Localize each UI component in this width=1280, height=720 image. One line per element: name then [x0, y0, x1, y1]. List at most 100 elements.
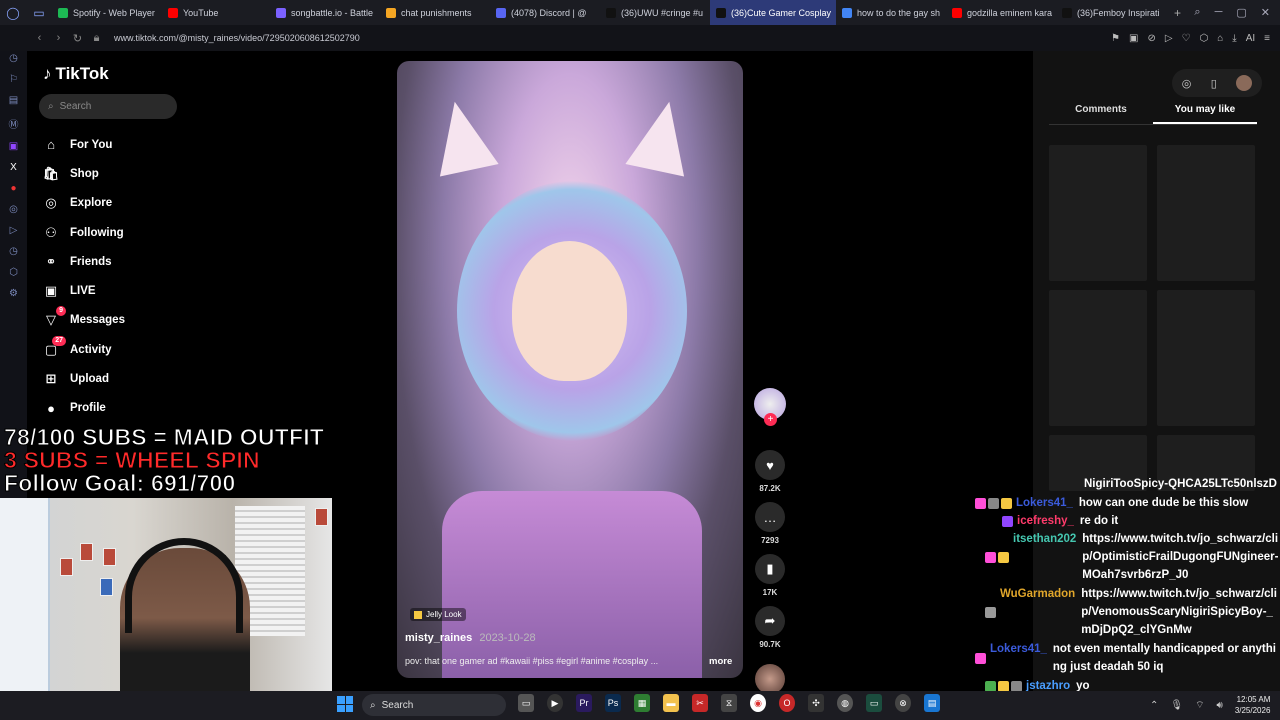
sidebar-record-icon[interactable]: ●: [10, 183, 16, 194]
video-username[interactable]: misty_raines: [405, 632, 472, 644]
windows-start-icon[interactable]: [337, 696, 353, 712]
compass-icon[interactable]: ◎: [1182, 77, 1192, 90]
sidebar-flag-icon[interactable]: ⚐: [9, 74, 18, 85]
nav-item-profile[interactable]: ● Profile: [42, 394, 125, 423]
steam-icon[interactable]: ◍: [837, 694, 853, 712]
save-button[interactable]: ▮: [755, 554, 785, 584]
comment-button[interactable]: …: [755, 502, 785, 532]
caption-more-link[interactable]: more: [709, 656, 732, 667]
close-button[interactable]: ✕: [1261, 6, 1270, 19]
bookmark-icon[interactable]: ⚑: [1111, 33, 1120, 44]
play-icon[interactable]: ▷: [1165, 33, 1173, 44]
like-button[interactable]: ♥: [755, 450, 785, 480]
suggested-video-thumb[interactable]: [1157, 145, 1255, 281]
sidebar-m-icon[interactable]: Ⓜ: [9, 116, 19, 131]
device-icon[interactable]: ▯: [1211, 77, 1217, 90]
tiktok-logo[interactable]: ♪ TikTok: [43, 64, 109, 84]
nav-item-live[interactable]: ▣ LIVE: [42, 276, 125, 305]
sidebar-send-icon[interactable]: ▷: [10, 225, 18, 236]
chat-username[interactable]: Lokers41_: [1016, 494, 1073, 512]
notepad-icon[interactable]: ▤: [924, 694, 940, 712]
browser-tab[interactable]: Spotify - Web Player: [52, 0, 162, 25]
opera-gx-icon[interactable]: O: [779, 694, 795, 712]
nav-item-messages[interactable]: ▽ 9 Messages: [42, 306, 125, 335]
premiere-icon[interactable]: Pr: [576, 694, 592, 712]
opera-icon[interactable]: ◯: [0, 0, 26, 25]
chat-username[interactable]: itsethan202: [1013, 530, 1076, 585]
browser-tab[interactable]: how to do the gay sh: [836, 0, 946, 25]
chat-username[interactable]: icefreshy_: [1017, 512, 1074, 530]
tab-comments[interactable]: Comments: [1049, 104, 1153, 124]
browser-tab[interactable]: (36)UWU #cringe #u: [600, 0, 710, 25]
browser-tab[interactable]: songbattle.io - Battle: [270, 0, 380, 25]
pin-icon[interactable]: ⌂: [1217, 33, 1223, 44]
clock[interactable]: 12:05 AM 3/25/2026: [1235, 694, 1271, 716]
heart-icon[interactable]: ♡: [1182, 33, 1191, 44]
snapshot-icon[interactable]: ▣: [1129, 33, 1138, 44]
sidebar-image-icon[interactable]: ▤: [9, 95, 18, 106]
video-player[interactable]: [397, 61, 743, 678]
snipping-tool-icon[interactable]: ✂: [692, 694, 708, 712]
sidebar-clock-icon[interactable]: ◷: [9, 53, 18, 64]
sidebar-cube-icon[interactable]: ⬡: [9, 267, 18, 278]
media-player-icon[interactable]: ▶: [547, 694, 563, 712]
browser-tab[interactable]: (4078) Discord | @: [490, 0, 600, 25]
volume-icon[interactable]: 🔊︎: [1217, 700, 1223, 711]
suggested-video-thumb[interactable]: [1049, 145, 1147, 281]
browser-tab[interactable]: (36)Cute Gamer Cosplay: [710, 0, 836, 25]
browser-tab[interactable]: chat punishments: [380, 0, 490, 25]
nav-item-upload[interactable]: ⊞ Upload: [42, 364, 125, 393]
sidebar-history-icon[interactable]: ◷: [9, 246, 18, 257]
nav-item-following[interactable]: ⚇ Following: [42, 218, 125, 247]
microphone-icon[interactable]: 🎙︎: [1170, 700, 1183, 711]
share-button[interactable]: ➦: [755, 606, 785, 636]
taskbar-search[interactable]: ⌕ Search: [362, 694, 506, 716]
chat-username[interactable]: WuGarmadon: [1000, 585, 1075, 640]
follow-plus-icon[interactable]: +: [764, 413, 777, 426]
chevron-up-icon[interactable]: ⌃: [1150, 700, 1158, 711]
url-field[interactable]: www.tiktok.com/@misty_raines/video/72950…: [114, 33, 360, 43]
nav-item-for-you[interactable]: ⌂ For You: [42, 130, 125, 159]
nav-item-activity[interactable]: ▢ 27 Activity: [42, 335, 125, 364]
adblock-icon[interactable]: ⊘: [1147, 33, 1155, 44]
minimize-button[interactable]: ─: [1215, 6, 1223, 19]
search-tabs-icon[interactable]: ⌕: [1194, 6, 1200, 19]
wifi-icon[interactable]: ⌔: [1195, 699, 1204, 712]
sidebar-twitch-icon[interactable]: ▣: [9, 141, 18, 152]
back-icon[interactable]: ‹: [30, 32, 49, 44]
music-disc[interactable]: [755, 664, 785, 694]
new-tab-button[interactable]: +: [1166, 6, 1189, 20]
browser-tab[interactable]: (36)Femboy Inspirati: [1056, 0, 1166, 25]
download-icon[interactable]: ⤓: [1232, 33, 1236, 44]
browser-tab[interactable]: godzilla eminem kara: [946, 0, 1056, 25]
reload-icon[interactable]: ↻: [68, 32, 87, 45]
chat-username[interactable]: Lokers41_: [990, 640, 1047, 676]
creator-avatar[interactable]: +: [754, 388, 786, 426]
nav-item-friends[interactable]: ⚭ Friends: [42, 247, 125, 276]
browser-tab[interactable]: YouTube: [162, 0, 270, 25]
search-input[interactable]: ⌕ Search: [39, 94, 177, 119]
extensions-icon[interactable]: ⬡: [1200, 33, 1209, 44]
suggested-video-thumb[interactable]: [1157, 290, 1255, 426]
effect-tag[interactable]: Jelly Look: [410, 608, 466, 621]
suggested-video-thumb[interactable]: [1049, 290, 1147, 426]
menu-icon[interactable]: ≡: [1264, 33, 1270, 44]
forward-icon[interactable]: ›: [49, 32, 68, 44]
sidebar-settings-icon[interactable]: ⚙: [9, 288, 18, 299]
user-avatar[interactable]: [1236, 75, 1253, 91]
xbox-icon[interactable]: ⊗: [895, 694, 911, 712]
video-author[interactable]: misty_raines 2023-10-28: [405, 632, 536, 644]
nav-item-explore[interactable]: ◎ Explore: [42, 189, 125, 218]
file-explorer-icon[interactable]: ▬: [663, 694, 679, 712]
tab-menu-icon[interactable]: ▭: [26, 0, 52, 25]
minecraft-icon[interactable]: ▦: [634, 694, 650, 712]
ai-icon[interactable]: AI: [1246, 33, 1255, 44]
maximize-button[interactable]: ▢: [1236, 6, 1246, 19]
capcut-icon[interactable]: ⧖: [721, 694, 737, 712]
sidebar-x-icon[interactable]: X: [10, 162, 17, 173]
sidebar-circle-icon[interactable]: ◎: [9, 204, 18, 215]
nav-item-shop[interactable]: 🛍︎ Shop: [42, 159, 125, 188]
chrome-icon[interactable]: ◉: [750, 694, 766, 712]
task-view-icon[interactable]: ▭: [518, 694, 534, 712]
photoshop-icon[interactable]: Ps: [605, 694, 621, 712]
